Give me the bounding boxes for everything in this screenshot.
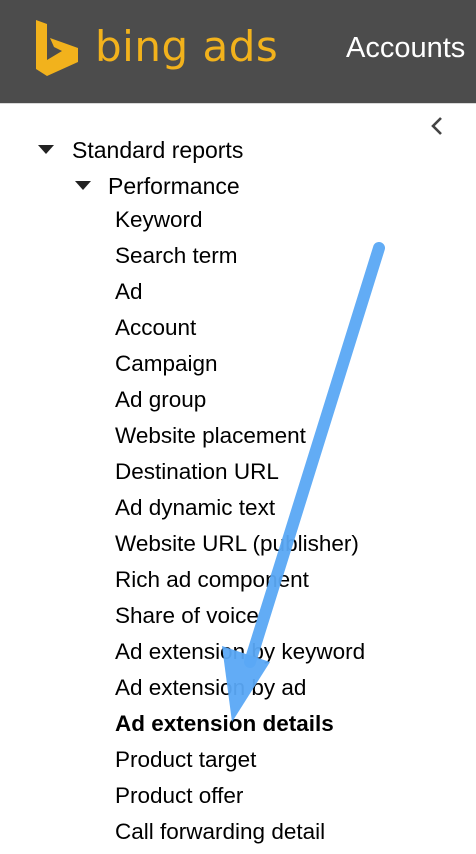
report-item-ad-extension-by-ad[interactable]: Ad extension by ad — [115, 674, 306, 702]
report-item-website-url-publisher[interactable]: Website URL (publisher) — [115, 530, 359, 558]
top-header: bing ads Accounts — [0, 0, 476, 103]
report-item-rich-ad-component[interactable]: Rich ad component — [115, 566, 309, 594]
triangle-down-icon[interactable] — [38, 145, 54, 154]
report-item-call-forwarding-detail[interactable]: Call forwarding detail — [115, 818, 325, 846]
report-item-ad-extension-by-keyword[interactable]: Ad extension by keyword — [115, 638, 365, 666]
report-item-campaign[interactable]: Campaign — [115, 350, 218, 378]
report-item-ad-group[interactable]: Ad group — [115, 386, 206, 414]
tree-root-standard-reports[interactable]: Standard reports — [72, 136, 243, 164]
brand-name[interactable]: bing ads — [95, 22, 278, 71]
report-item-share-of-voice[interactable]: Share of voice — [115, 602, 259, 630]
triangle-down-icon[interactable] — [75, 181, 91, 190]
chevron-left-icon[interactable] — [428, 115, 446, 137]
header-divider — [0, 103, 476, 104]
report-item-search-term[interactable]: Search term — [115, 242, 238, 270]
report-item-destination-url[interactable]: Destination URL — [115, 458, 279, 486]
report-item-product-target[interactable]: Product target — [115, 746, 256, 774]
nav-accounts-link[interactable]: Accounts — [346, 32, 465, 65]
report-item-ad[interactable]: Ad — [115, 278, 143, 306]
report-item-product-offer[interactable]: Product offer — [115, 782, 243, 810]
bing-logo-icon[interactable] — [34, 20, 80, 76]
report-item-ad-extension-details[interactable]: Ad extension details — [115, 710, 334, 738]
report-item-keyword[interactable]: Keyword — [115, 206, 203, 234]
report-item-account[interactable]: Account — [115, 314, 196, 342]
tree-group-performance[interactable]: Performance — [108, 172, 240, 200]
report-item-website-placement[interactable]: Website placement — [115, 422, 306, 450]
report-item-ad-dynamic-text[interactable]: Ad dynamic text — [115, 494, 275, 522]
